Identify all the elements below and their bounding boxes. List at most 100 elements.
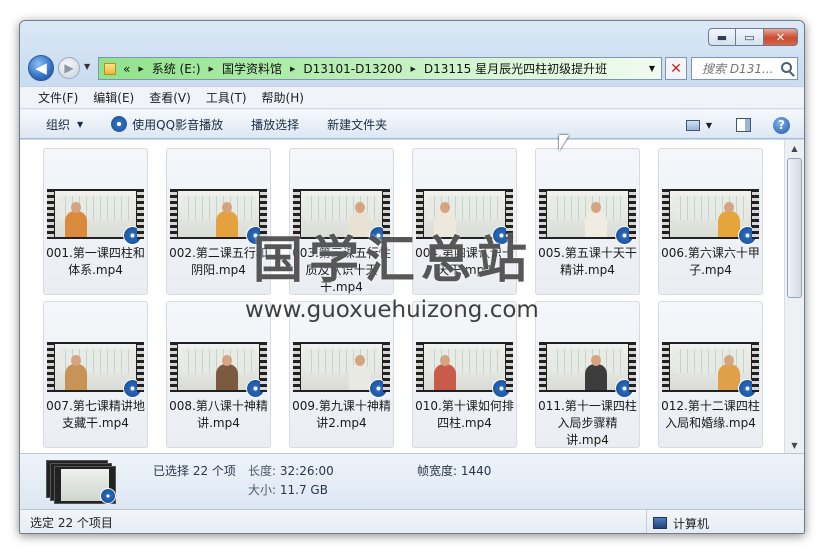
computer-icon bbox=[653, 517, 667, 529]
presenter bbox=[718, 202, 740, 237]
file-item[interactable]: 011.第十一课四柱入局步骤精讲.mp4 bbox=[535, 301, 640, 448]
scroll-up-icon[interactable]: ▲ bbox=[785, 140, 804, 156]
file-item[interactable]: 004.第四课认识十天干.mp4 bbox=[412, 148, 517, 295]
menu-file[interactable]: 文件(F) bbox=[38, 89, 78, 106]
chevron-right-icon[interactable]: ▶ bbox=[406, 65, 421, 73]
qq-player-icon bbox=[738, 226, 757, 245]
new-folder-button[interactable]: 新建文件夹 bbox=[327, 116, 387, 133]
qq-player-icon bbox=[615, 379, 634, 398]
breadcrumb-overflow[interactable]: « bbox=[120, 62, 133, 76]
video-thumbnail bbox=[47, 342, 144, 398]
qq-player-icon bbox=[111, 116, 128, 132]
explorer-window: ▬ ▭ ✕ ◀ ▶ ▼ « ▶ 系统 (E:) ▶ 国学资料馆 ▶ D13101… bbox=[19, 20, 805, 534]
status-selection: 选定 22 个项目 bbox=[30, 516, 113, 530]
details-pane: 已选择 22 个项 长度: 32:26:00 大小: 11.7 GB 帧宽度: … bbox=[20, 453, 804, 509]
qq-player-icon bbox=[492, 226, 511, 245]
file-item[interactable]: 005.第五课十天干精讲.mp4 bbox=[535, 148, 640, 295]
preview-pane-icon[interactable] bbox=[736, 118, 751, 132]
file-name: 008.第八课十神精讲.mp4 bbox=[169, 399, 268, 430]
play-selection-button[interactable]: 播放选择 bbox=[251, 116, 299, 133]
file-item[interactable]: 008.第八课十神精讲.mp4 bbox=[166, 301, 271, 448]
close-button[interactable]: ✕ bbox=[764, 28, 798, 46]
qq-player-icon bbox=[369, 226, 388, 245]
breadcrumb-current[interactable]: D13115 星月辰光四柱初级提升班 bbox=[421, 60, 610, 77]
chevron-right-icon[interactable]: ▶ bbox=[204, 65, 219, 73]
presenter bbox=[349, 355, 371, 390]
selection-thumbnail-stack bbox=[46, 460, 120, 504]
menu-view[interactable]: 查看(V) bbox=[149, 89, 191, 106]
organize-button[interactable]: 组织 ▼ bbox=[46, 116, 83, 133]
presenter bbox=[718, 355, 740, 390]
qq-player-icon bbox=[100, 488, 116, 504]
search-box[interactable] bbox=[691, 57, 798, 80]
file-item[interactable]: 009.第九课十神精讲2.mp4 bbox=[289, 301, 394, 448]
file-item[interactable]: 012.第十二课四柱入局和婚缘.mp4 bbox=[658, 301, 763, 448]
file-name: 009.第九课十神精讲2.mp4 bbox=[292, 399, 391, 430]
file-item[interactable]: 003.第三课五行性质及认识十天干.mp4 bbox=[289, 148, 394, 295]
change-view-icon[interactable] bbox=[685, 119, 700, 131]
video-thumbnail bbox=[662, 189, 759, 245]
video-thumbnail bbox=[170, 342, 267, 398]
presenter bbox=[216, 202, 238, 237]
play-with-qq-label: 使用QQ影音播放 bbox=[132, 117, 224, 132]
status-zone: 计算机 bbox=[646, 510, 710, 533]
file-name: 005.第五课十天干精讲.mp4 bbox=[538, 246, 637, 277]
scroll-thumb[interactable] bbox=[787, 158, 802, 298]
file-name: 012.第十二课四柱入局和婚缘.mp4 bbox=[661, 399, 760, 430]
file-item[interactable]: 010.第十课如何排四柱.mp4 bbox=[412, 301, 517, 448]
recent-pages-dropdown[interactable]: ▼ bbox=[84, 62, 90, 71]
forward-button[interactable]: ▶ bbox=[58, 57, 80, 79]
back-button[interactable]: ◀ bbox=[28, 55, 54, 81]
search-icon[interactable] bbox=[781, 62, 792, 73]
video-thumbnail bbox=[293, 189, 390, 245]
menu-help[interactable]: 帮助(H) bbox=[262, 89, 304, 106]
file-name: 006.第六课六十甲子.mp4 bbox=[661, 246, 760, 277]
breadcrumb-range[interactable]: D13101-D13200 bbox=[300, 62, 405, 76]
selection-count: 已选择 22 个项 bbox=[153, 464, 236, 478]
video-thumbnail bbox=[416, 342, 513, 398]
selection-properties: 长度: 32:26:00 大小: 11.7 GB bbox=[248, 462, 334, 500]
frame-width-label: 帧宽度: bbox=[417, 464, 458, 478]
minimize-button[interactable]: ▬ bbox=[708, 28, 736, 46]
presenter bbox=[65, 355, 87, 390]
chevron-down-icon[interactable]: ▼ bbox=[649, 64, 655, 73]
file-name: 001.第一课四柱和体系.mp4 bbox=[46, 246, 145, 277]
chevron-right-icon[interactable]: ▶ bbox=[133, 65, 148, 73]
frame-width-value: 1440 bbox=[460, 464, 492, 478]
qq-player-icon bbox=[369, 379, 388, 398]
chevron-right-icon[interactable]: ▶ bbox=[285, 65, 300, 73]
maximize-button[interactable]: ▭ bbox=[736, 28, 764, 46]
video-thumbnail bbox=[416, 189, 513, 245]
file-name: 002.第二课五行和阴阳.mp4 bbox=[169, 246, 268, 277]
address-bar[interactable]: « ▶ 系统 (E:) ▶ 国学资料馆 ▶ D13101-D13200 ▶ D1… bbox=[98, 57, 662, 80]
menu-tools[interactable]: 工具(T) bbox=[206, 89, 247, 106]
file-name: 011.第十一课四柱入局步骤精讲.mp4 bbox=[538, 399, 637, 447]
folder-icon bbox=[104, 62, 116, 75]
file-item[interactable]: 002.第二课五行和阴阳.mp4 bbox=[166, 148, 271, 295]
qq-player-icon bbox=[123, 226, 142, 245]
presenter bbox=[434, 202, 456, 237]
scroll-down-icon[interactable]: ▼ bbox=[785, 437, 804, 453]
status-zone-label: 计算机 bbox=[673, 516, 710, 531]
caption-buttons: ▬ ▭ ✕ bbox=[708, 28, 798, 46]
size-value: 11.7 GB bbox=[279, 483, 328, 497]
breadcrumb-drive[interactable]: 系统 (E:) bbox=[149, 60, 204, 77]
chevron-down-icon[interactable]: ▼ bbox=[706, 121, 712, 130]
stop-button[interactable]: ✕ bbox=[665, 57, 687, 80]
file-item[interactable]: 006.第六课六十甲子.mp4 bbox=[658, 148, 763, 295]
presenter bbox=[585, 355, 607, 390]
menu-edit[interactable]: 编辑(E) bbox=[93, 89, 134, 106]
play-with-qq-button[interactable]: 使用QQ影音播放 bbox=[111, 116, 223, 133]
search-input[interactable] bbox=[702, 61, 784, 76]
file-item[interactable]: 007.第七课精讲地支藏干.mp4 bbox=[43, 301, 148, 448]
video-thumbnail bbox=[47, 189, 144, 245]
file-list[interactable]: 001.第一课四柱和体系.mp4 002.第二课五行和阴阳.mp4 003.第三课五… bbox=[20, 140, 786, 453]
file-name: 004.第四课认识十天干.mp4 bbox=[415, 246, 514, 277]
file-item[interactable]: 001.第一课四柱和体系.mp4 bbox=[43, 148, 148, 295]
breadcrumb-library[interactable]: 国学资料馆 bbox=[219, 60, 285, 77]
file-name: 010.第十课如何排四柱.mp4 bbox=[415, 399, 514, 430]
qq-player-icon bbox=[246, 379, 265, 398]
vertical-scrollbar[interactable]: ▲ ▼ bbox=[784, 140, 804, 453]
help-icon[interactable]: ? bbox=[773, 116, 790, 134]
presenter bbox=[216, 355, 238, 390]
